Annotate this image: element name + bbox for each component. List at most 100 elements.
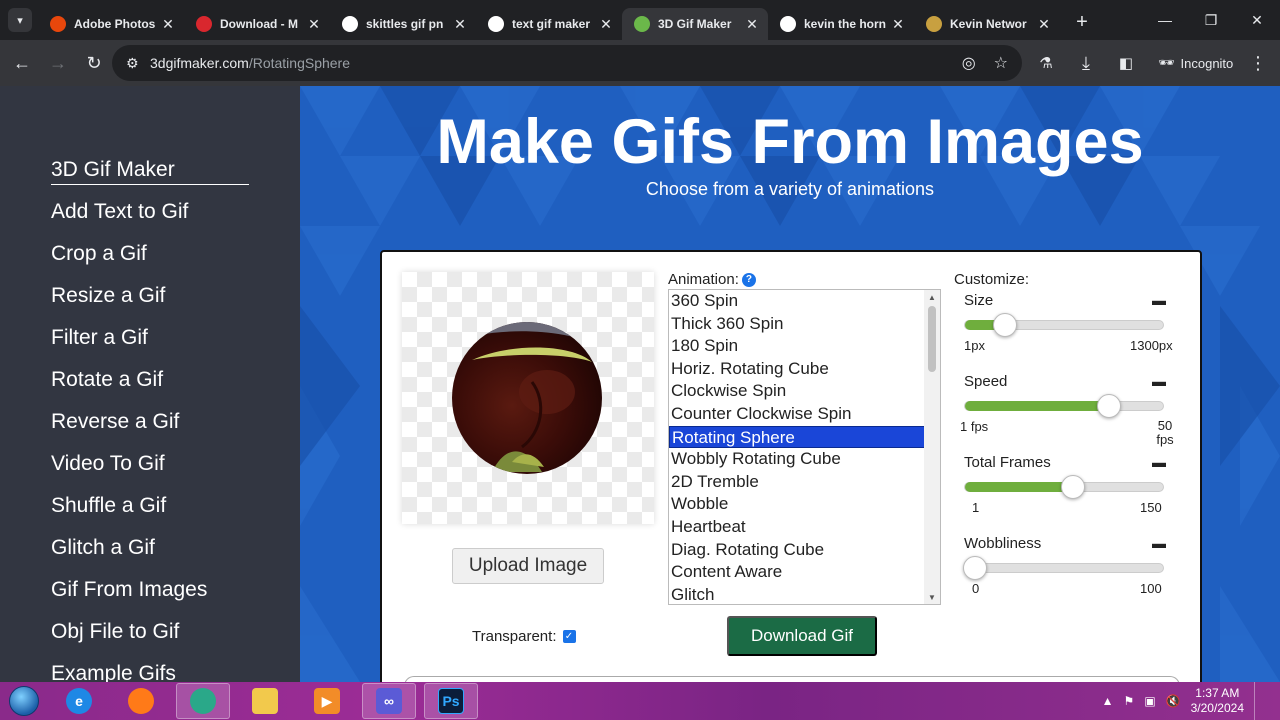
taskbar-file-explorer[interactable] — [238, 683, 292, 719]
sidebar-item[interactable]: Resize a Gif — [51, 284, 165, 308]
slider-handle[interactable] — [1097, 394, 1121, 418]
sidebar-item[interactable]: Obj File to Gif — [51, 620, 179, 644]
sidebar-item[interactable]: Gif From Images — [51, 578, 207, 602]
browser-tab[interactable]: kevin the horn ✕ — [768, 8, 914, 40]
animation-option[interactable]: Diag. Rotating Cube — [669, 539, 940, 562]
chrome-icon — [190, 688, 216, 714]
animation-option[interactable]: Clockwise Spin — [669, 380, 940, 403]
close-tab-icon[interactable]: ✕ — [744, 16, 760, 33]
transparent-checkbox[interactable]: ✓ — [562, 630, 576, 643]
animation-option[interactable]: 360 Spin — [669, 290, 940, 313]
slider-track[interactable] — [964, 475, 1164, 499]
bookmark-star-icon[interactable]: ☆ — [994, 53, 1008, 73]
close-tab-icon[interactable]: ✕ — [306, 16, 322, 33]
animation-option[interactable]: Wobble — [669, 493, 940, 516]
taskbar-firefox[interactable] — [114, 683, 168, 719]
address-bar[interactable]: ⚙ 3dgifmaker.com/RotatingSphere ◎ ☆ — [112, 45, 1022, 81]
sidebar-item[interactable]: Example Gifs — [51, 662, 176, 682]
side-panel-icon[interactable]: ◧ — [1108, 45, 1144, 81]
slider-handle[interactable] — [963, 556, 987, 580]
sidebar-item[interactable]: Filter a Gif — [51, 326, 148, 350]
browser-menu-icon[interactable]: ⋮ — [1244, 45, 1272, 81]
sidebar-item[interactable]: Rotate a Gif — [51, 368, 163, 392]
taskbar-media-player[interactable]: ▶ — [300, 683, 354, 719]
close-tab-icon[interactable]: ✕ — [598, 16, 614, 33]
scroll-down-icon[interactable]: ▼ — [924, 590, 940, 604]
sidebar-item[interactable]: 3D Gif Maker — [51, 158, 249, 185]
animation-option[interactable]: Content Aware — [669, 561, 940, 584]
scrollbar-thumb[interactable] — [928, 306, 936, 372]
internet-explorer-icon: e — [66, 688, 92, 714]
incognito-indicator[interactable]: 🕶 Incognito — [1158, 55, 1233, 71]
slider-track[interactable] — [963, 556, 1164, 580]
sidebar-item[interactable]: Reverse a Gif — [51, 410, 179, 434]
slider-track[interactable] — [964, 394, 1164, 418]
sidebar-item[interactable]: Video To Gif — [51, 452, 165, 476]
close-window-button[interactable]: ✕ — [1234, 0, 1280, 40]
animation-options: 360 Spin Thick 360 Spin 180 Spin Horiz. Rot… — [669, 290, 940, 604]
browser-tab[interactable]: text gif maker ✕ — [476, 8, 622, 40]
close-tab-icon[interactable]: ✕ — [452, 16, 468, 33]
maximize-button[interactable]: ❐ — [1188, 0, 1234, 40]
close-tab-icon[interactable]: ✕ — [1036, 16, 1052, 33]
value-indicator-icon: ▬ — [1152, 535, 1166, 551]
url-text[interactable]: 3dgifmaker.com/RotatingSphere — [150, 55, 350, 71]
animation-option[interactable]: 2D Tremble — [669, 471, 940, 494]
flag-icon[interactable]: ⚑ — [1124, 694, 1135, 708]
tab-search-button[interactable]: ▾ — [8, 8, 32, 32]
slider-handle[interactable] — [1061, 475, 1085, 499]
browser-tab[interactable]: 3D Gif Maker ✕ — [622, 8, 768, 40]
close-tab-icon[interactable]: ✕ — [160, 16, 176, 33]
animation-option[interactable]: Heartbeat — [669, 516, 940, 539]
taskbar-chrome[interactable] — [176, 683, 230, 719]
sidebar-item[interactable]: Glitch a Gif — [51, 536, 155, 560]
taskbar-internet-explorer[interactable]: e — [52, 683, 106, 719]
slider-track[interactable] — [964, 313, 1164, 337]
show-desktop-button[interactable] — [1254, 682, 1268, 720]
control-name: Speed — [964, 373, 1008, 390]
download-gif-button[interactable]: Download Gif — [727, 616, 877, 656]
animation-option[interactable]: 180 Spin — [669, 335, 940, 358]
network-icon[interactable]: ▣ — [1144, 694, 1155, 708]
animation-option[interactable]: Rotating Sphere — [669, 425, 940, 449]
control-name: Size — [964, 292, 994, 309]
taskbar-photoshop[interactable]: Ps — [424, 683, 478, 719]
minimize-button[interactable]: — — [1142, 0, 1188, 40]
eye-off-icon[interactable]: ◎ — [962, 53, 976, 73]
reload-icon[interactable]: ↻ — [76, 45, 112, 81]
media-player-icon: ▶ — [314, 688, 340, 714]
web-page: 3D Gif Maker Add Text to Gif Crop a Gif Res… — [0, 86, 1280, 682]
sidebar-item[interactable]: Shuffle a Gif — [51, 494, 166, 518]
sidebar-item[interactable]: Crop a Gif — [51, 242, 147, 266]
animation-listbox[interactable]: 360 Spin Thick 360 Spin 180 Spin Horiz. Rot… — [668, 289, 941, 605]
animation-option[interactable]: Thick 360 Spin — [669, 313, 940, 336]
upload-image-button[interactable]: Upload Image — [452, 548, 604, 584]
download-icon[interactable]: ⤓ — [1068, 45, 1104, 81]
forward-icon[interactable]: → — [40, 45, 76, 81]
new-tab-button[interactable]: + — [1068, 8, 1096, 36]
site-info-icon[interactable]: ⚙ — [126, 55, 150, 72]
browser-tab[interactable]: Download - M ✕ — [184, 8, 330, 40]
help-icon[interactable]: ? — [741, 272, 756, 287]
show-hidden-icons-icon[interactable]: ▲ — [1102, 694, 1114, 708]
volume-muted-icon[interactable]: 🔇 — [1166, 694, 1181, 708]
scroll-up-icon[interactable]: ▲ — [924, 290, 940, 304]
animation-option[interactable]: Horiz. Rotating Cube — [669, 358, 940, 381]
back-icon[interactable]: ← — [4, 45, 40, 81]
slider-handle[interactable] — [993, 313, 1017, 337]
close-tab-icon[interactable]: ✕ — [890, 16, 906, 33]
start-button[interactable] — [4, 682, 44, 720]
listbox-scrollbar[interactable]: ▲ ▼ — [924, 290, 940, 604]
animation-option[interactable]: Glitch — [669, 584, 940, 604]
animation-option[interactable]: Counter Clockwise Spin — [669, 403, 940, 426]
browser-tab[interactable]: Kevin Networ ✕ — [914, 8, 1060, 40]
labs-flask-icon[interactable]: ⚗ — [1028, 45, 1064, 81]
photoshop-icon: Ps — [438, 688, 464, 714]
slider-max-label: 100 — [1140, 581, 1162, 596]
clock[interactable]: 1:37 AM 3/20/2024 — [1191, 686, 1244, 716]
browser-tab[interactable]: Adobe Photos ✕ — [38, 8, 184, 40]
taskbar-infinity-app[interactable]: ∞ — [362, 683, 416, 719]
browser-tab[interactable]: skittles gif pn ✕ — [330, 8, 476, 40]
animation-option[interactable]: Wobbly Rotating Cube — [669, 448, 940, 471]
sidebar-item[interactable]: Add Text to Gif — [51, 200, 188, 224]
